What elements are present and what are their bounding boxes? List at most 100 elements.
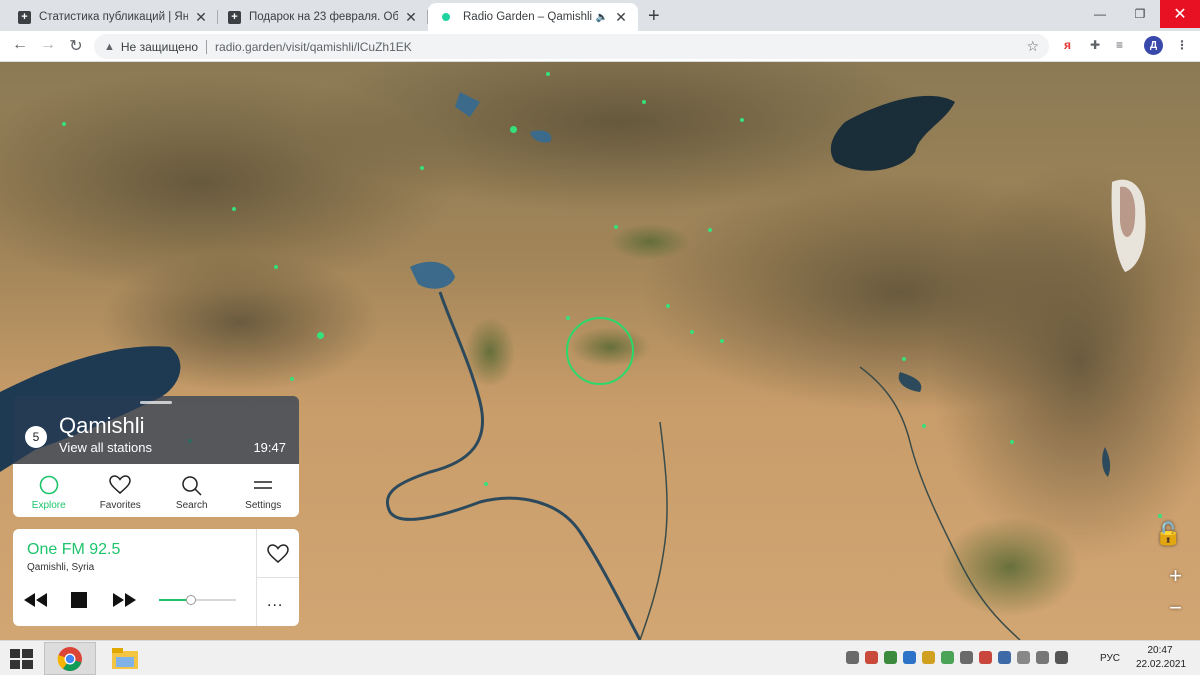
zoom-out-icon[interactable]: − (1169, 595, 1182, 621)
network-icon[interactable] (1036, 651, 1049, 664)
station-dot[interactable] (720, 339, 724, 343)
extensions-puzzle-icon[interactable]: ✚ (1090, 38, 1100, 52)
volume-icon[interactable] (1055, 651, 1068, 664)
bookmark-star-icon[interactable]: ☆ (1026, 38, 1039, 55)
station-dot[interactable] (62, 122, 66, 126)
windows-start-icon[interactable] (0, 641, 43, 675)
reload-icon[interactable]: ↻ (66, 36, 86, 56)
nav-label: Favorites (99, 500, 141, 511)
tab-yandex-stats[interactable]: + Статистика публикаций | Яндекс ✕ (8, 3, 218, 31)
station-dot[interactable] (614, 225, 618, 229)
security-status[interactable]: Не защищено (121, 40, 198, 54)
location-panel[interactable]: 5 Qamishli View all stations 19:47 (13, 396, 299, 464)
speaker-icon[interactable]: 🔈 (596, 12, 608, 23)
tab-title: Статистика публикаций | Яндекс (39, 11, 188, 23)
selected-location-ring[interactable] (566, 317, 634, 385)
minimize-icon[interactable]: — (1080, 0, 1120, 28)
clock-time: 20:47 (1147, 645, 1173, 656)
tray-app-icon[interactable] (941, 651, 954, 664)
next-station-icon[interactable] (111, 591, 137, 609)
station-dot[interactable] (274, 265, 278, 269)
station-dot[interactable] (1158, 514, 1162, 518)
url-text[interactable]: radio.garden/visit/qamishli/lCuZh1EK (215, 40, 412, 54)
profile-avatar[interactable]: Д (1144, 36, 1163, 55)
station-dot[interactable] (232, 207, 236, 211)
station-count-badge: 5 (25, 426, 47, 448)
tab-title: Подарок на 23 февраля. Общий (249, 11, 398, 23)
playing-station-name[interactable]: One FM 92.5 (27, 541, 120, 559)
tab-radio-garden[interactable]: Radio Garden – Qamishli 🔈 ✕ (428, 3, 638, 31)
station-dot[interactable] (922, 424, 926, 428)
heart-icon (109, 475, 132, 494)
input-language[interactable]: РУС (1100, 653, 1120, 664)
zoom-in-icon[interactable]: + (1169, 563, 1182, 589)
explore-circle-icon (39, 475, 59, 495)
radio-player: One FM 92.5 Qamishli, Syria ... (13, 529, 299, 626)
restore-icon[interactable]: ❐ (1120, 0, 1160, 28)
previous-station-icon[interactable] (23, 591, 49, 609)
kebab-menu-icon[interactable]: ⋮ (1176, 38, 1188, 52)
station-dot[interactable] (690, 330, 694, 334)
browser-toolbar: ← → ↻ ▲ Не защищено radio.garden/visit/q… (0, 31, 1200, 62)
tray-app-icon[interactable] (960, 651, 973, 664)
warning-triangle-icon[interactable]: ▲ (104, 41, 115, 53)
station-dot[interactable] (546, 72, 550, 76)
station-dot[interactable] (420, 166, 424, 170)
lock-icon[interactable]: 🔓 (1155, 521, 1182, 547)
radio-garden-dot-icon (442, 13, 450, 21)
tray-app-icon[interactable] (1017, 651, 1030, 664)
tab-close-icon[interactable]: ✕ (404, 9, 418, 26)
close-window-icon[interactable]: ✕ (1160, 0, 1200, 28)
location-name: Qamishli (59, 413, 145, 438)
radio-nav-bar: Explore Favorites Search Settings (13, 464, 299, 517)
address-bar[interactable]: ▲ Не защищено radio.garden/visit/qamishl… (94, 34, 1049, 59)
tab-close-icon[interactable]: ✕ (614, 9, 628, 26)
local-time: 19:47 (253, 440, 286, 455)
tray-app-icon[interactable] (865, 651, 878, 664)
station-dot[interactable] (484, 482, 488, 486)
nav-favorites[interactable]: Favorites (85, 464, 157, 517)
back-arrow-icon[interactable]: ← (10, 36, 30, 54)
nav-search[interactable]: Search (156, 464, 228, 517)
nav-label: Search (175, 500, 208, 511)
forward-arrow-icon[interactable]: → (38, 36, 58, 54)
tray-app-icon[interactable] (922, 651, 935, 664)
station-dot[interactable] (740, 118, 744, 122)
chrome-taskbar-icon[interactable] (44, 642, 96, 675)
more-options-button[interactable]: ... (267, 593, 283, 611)
station-dot[interactable] (708, 228, 712, 232)
windows-taskbar: РУС 20:47 22.02.2021 (0, 640, 1200, 675)
system-tray (846, 651, 1068, 664)
tray-app-icon[interactable] (998, 651, 1011, 664)
tray-app-icon[interactable] (979, 651, 992, 664)
tab-close-icon[interactable]: ✕ (194, 9, 208, 26)
tray-app-icon[interactable] (903, 651, 916, 664)
system-clock[interactable]: 20:47 22.02.2021 (1136, 644, 1186, 672)
station-dot[interactable] (1010, 440, 1014, 444)
drag-handle[interactable] (140, 401, 172, 404)
tray-app-icon[interactable] (846, 651, 859, 664)
station-dot[interactable] (666, 304, 670, 308)
station-dot[interactable] (566, 316, 570, 320)
station-dot[interactable] (902, 357, 906, 361)
tray-app-icon[interactable] (884, 651, 897, 664)
station-dot[interactable] (642, 100, 646, 104)
view-all-stations-link[interactable]: View all stations (59, 440, 152, 455)
file-explorer-taskbar-icon[interactable] (99, 642, 151, 675)
volume-knob[interactable] (186, 595, 197, 605)
station-dot[interactable] (510, 126, 517, 133)
new-tab-button[interactable]: + (648, 5, 660, 28)
stop-icon[interactable] (71, 592, 87, 608)
browser-tab-strip: + Статистика публикаций | Яндекс ✕ + Под… (0, 0, 1200, 31)
station-dot[interactable] (317, 332, 324, 339)
tab-gift[interactable]: + Подарок на 23 февраля. Общий ✕ (218, 3, 428, 31)
plus-square-icon: + (18, 10, 31, 24)
media-control-icon[interactable]: ≡ (1116, 38, 1123, 52)
yandex-extension-icon[interactable]: я (1064, 38, 1071, 52)
nav-explore[interactable]: Explore (13, 464, 85, 517)
plus-square-icon: + (228, 10, 241, 24)
station-dot[interactable] (290, 377, 294, 381)
favorite-heart-icon[interactable] (267, 544, 289, 564)
nav-settings[interactable]: Settings (228, 464, 300, 517)
volume-slider[interactable] (159, 595, 236, 605)
